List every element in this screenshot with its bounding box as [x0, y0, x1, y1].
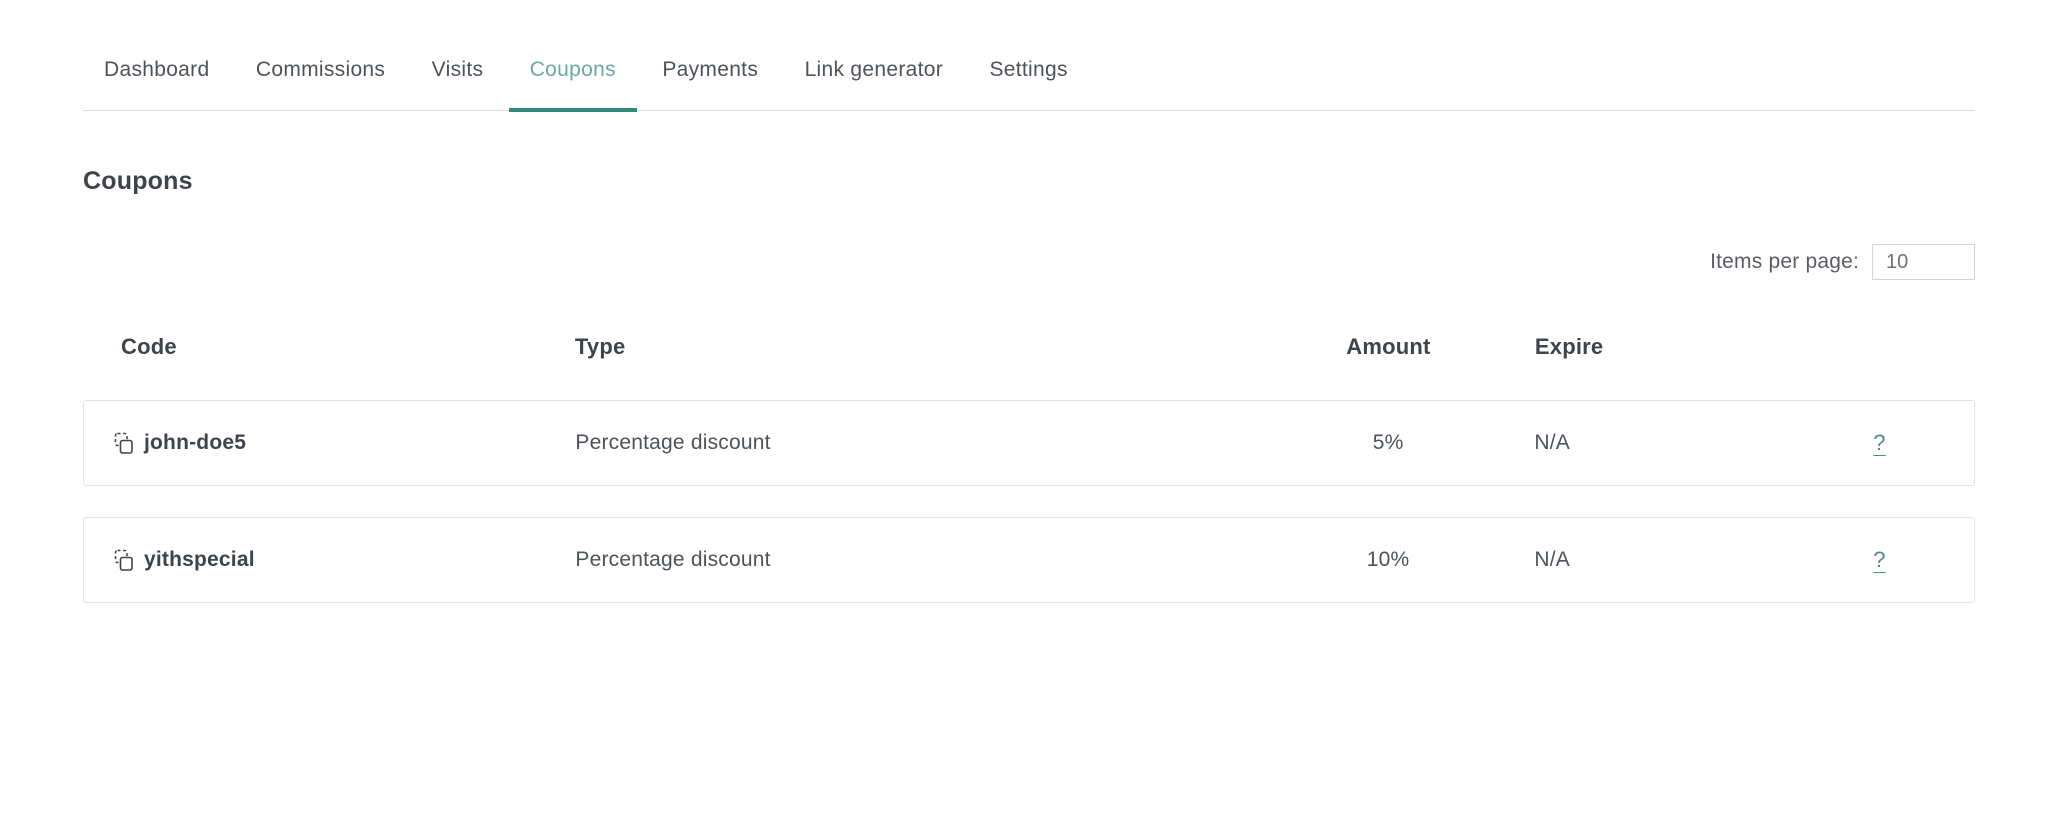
tab-dashboard[interactable]: Dashboard [83, 58, 230, 110]
copy-icon[interactable] [114, 432, 135, 455]
coupon-amount: 5% [1256, 431, 1521, 455]
items-per-page-row: Items per page: [83, 244, 1975, 280]
tab-settings[interactable]: Settings [969, 58, 1089, 110]
column-header-amount: Amount [1256, 334, 1521, 360]
copy-icon[interactable] [114, 549, 135, 572]
page-title: Coupons [83, 167, 1975, 196]
coupon-amount: 10% [1256, 548, 1521, 572]
table-header: Code Type Amount Expire [83, 334, 1975, 360]
tab-visits[interactable]: Visits [411, 58, 505, 110]
column-header-expire: Expire [1521, 334, 1786, 360]
coupon-expire: N/A [1520, 548, 1785, 572]
table-row: john-doe5 Percentage discount 5% N/A ? [83, 400, 1975, 486]
tab-link-generator[interactable]: Link generator [784, 58, 964, 110]
coupon-type: Percentage discount [575, 431, 1255, 455]
help-link[interactable]: ? [1873, 547, 1885, 572]
tab-commissions[interactable]: Commissions [235, 58, 406, 110]
tab-payments[interactable]: Payments [641, 58, 779, 110]
coupon-code-cell: john-doe5 [84, 431, 575, 455]
coupon-code: john-doe5 [144, 431, 246, 455]
items-per-page-input[interactable] [1872, 244, 1975, 280]
table-row: yithspecial Percentage discount 10% N/A … [83, 517, 1975, 603]
help-link[interactable]: ? [1873, 430, 1885, 455]
coupon-code-cell: yithspecial [84, 548, 575, 572]
coupon-code: yithspecial [144, 548, 255, 572]
column-header-code: Code [83, 334, 575, 360]
page-container: Dashboard Commissions Visits Coupons Pay… [83, 58, 1975, 603]
items-per-page-label: Items per page: [1710, 250, 1859, 274]
column-header-type: Type [575, 334, 1256, 360]
tab-bar: Dashboard Commissions Visits Coupons Pay… [83, 58, 1975, 111]
coupon-type: Percentage discount [575, 548, 1255, 572]
coupon-expire: N/A [1520, 431, 1785, 455]
tab-coupons[interactable]: Coupons [509, 58, 637, 110]
